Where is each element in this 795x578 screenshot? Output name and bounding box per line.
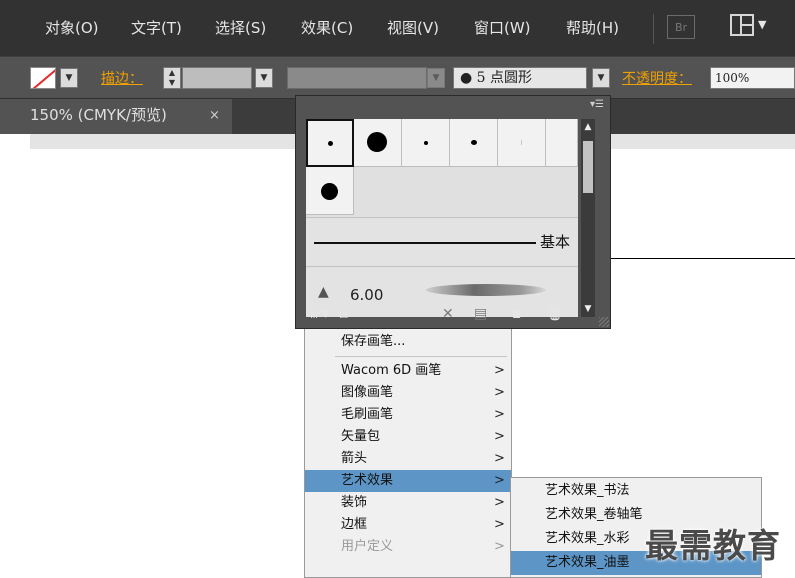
menu-item-label: 箭头 <box>341 451 368 466</box>
brush-library-list: 基本 ▲ 6.00 <box>306 119 578 317</box>
menu-item-bristle-brush[interactable]: 毛刷画笔 > <box>305 404 511 426</box>
basic-brush-stroke <box>314 242 536 244</box>
menu-help[interactable]: 帮助(H) <box>566 17 619 38</box>
stroke-weight-input[interactable] <box>182 67 252 89</box>
menu-item-save-brushes[interactable]: 保存画笔... <box>305 331 511 353</box>
menu-select[interactable]: 选择(S) <box>215 17 266 38</box>
brush-swatch[interactable] <box>450 119 498 167</box>
menu-item-label: 保存画笔... <box>341 334 406 349</box>
menu-window[interactable]: 窗口(W) <box>474 17 531 38</box>
submenu-arrow-icon: > <box>494 363 505 378</box>
opacity-input[interactable]: 100% <box>710 67 795 89</box>
watermark: 最需教育 <box>645 526 781 565</box>
brush-swatch[interactable] <box>546 119 578 167</box>
bullet-icon: ● <box>460 70 473 86</box>
resize-grip[interactable] <box>599 317 609 327</box>
menubar-divider <box>653 14 654 44</box>
submenu-item-calligraphic[interactable]: 艺术效果_书法 <box>511 479 761 503</box>
submenu-arrow-icon: > <box>494 451 505 466</box>
submenu-item-label: 艺术效果_油墨 <box>545 555 630 570</box>
chevron-down-icon[interactable]: ▼ <box>758 18 766 31</box>
document-tab[interactable]: 150% (CMYK/预览) × <box>0 99 232 134</box>
menu-item-label: Wacom 6D 画笔 <box>341 363 442 378</box>
submenu-arrow-icon: > <box>494 539 505 554</box>
document-tab-title: 150% (CMYK/预览) <box>30 106 167 124</box>
brush-library-menu-icon[interactable]: ⊪▾ <box>310 306 329 322</box>
brush-library-menu: 保存画笔... Wacom 6D 画笔 > 图像画笔 > 毛刷画笔 > 矢量包 … <box>304 329 512 578</box>
libraries-panel-icon[interactable]: ⧉ <box>338 306 348 322</box>
submenu-arrow-icon: > <box>494 429 505 444</box>
brush-swatch[interactable] <box>402 119 450 167</box>
menu-bar: 对象(O) 文字(T) 选择(S) 效果(C) 视图(V) 窗口(W) 帮助(H… <box>0 0 795 56</box>
scroll-thumb[interactable] <box>583 141 593 193</box>
brush-dot <box>471 140 477 145</box>
workspace-layout-icon[interactable] <box>730 14 754 36</box>
remove-stroke-icon: ✕ <box>442 306 454 322</box>
menu-view[interactable]: 视图(V) <box>387 17 439 38</box>
brush-swatch-selected[interactable] <box>306 119 354 167</box>
panel-footer: ⊪▾ ⧉ ✕ ▤ ▪ 🗑 <box>296 300 612 330</box>
brush-definition-value: 5 点圆形 <box>476 70 533 86</box>
menu-item-label: 用户定义 <box>341 539 394 554</box>
brush-dot <box>328 141 333 146</box>
submenu-arrow-icon: > <box>494 407 505 422</box>
menu-item-vector-pack[interactable]: 矢量包 > <box>305 426 511 448</box>
brush-swatch[interactable] <box>306 167 354 215</box>
menu-item-label: 毛刷画笔 <box>341 407 394 422</box>
menu-item-label: 装饰 <box>341 495 368 510</box>
brush-row-basic[interactable]: 基本 <box>306 217 578 267</box>
brush-definition-dropdown[interactable]: ▼ <box>592 68 610 88</box>
stroke-color-swatch[interactable] <box>30 67 56 89</box>
close-icon[interactable]: × <box>209 99 220 132</box>
bridge-button[interactable]: Br <box>667 15 695 39</box>
art-brush-stroke <box>426 284 546 296</box>
submenu-item-label: 艺术效果_书法 <box>545 483 630 498</box>
menu-item-borders[interactable]: 边框 > <box>305 514 511 536</box>
menu-item-arrows[interactable]: 箭头 > <box>305 448 511 470</box>
profile-dropdown[interactable]: ▼ <box>427 68 445 88</box>
stroke-label[interactable]: 描边： <box>101 68 143 88</box>
brush-options-icon: ▤ <box>474 306 488 322</box>
swatch-dropdown-button[interactable]: ▼ <box>60 68 78 88</box>
brushes-panel: ▾☰ 基本 ▲ 6.00 ▲ ▼ ⊪▾ ⧉ ✕ ▤ ▪ 🗑 <box>295 95 611 329</box>
menu-item-label: 艺术效果 <box>341 473 394 488</box>
submenu-item-label: 艺术效果_水彩 <box>545 531 630 546</box>
menu-item-label: 矢量包 <box>341 429 381 444</box>
control-bar: ▼ 描边： ▲ ▼ ▼ ▼ ● 5 点圆形 ▼ 不透明度： 100% <box>0 56 795 99</box>
menu-item-wacom[interactable]: Wacom 6D 画笔 > <box>305 360 511 382</box>
opacity-label[interactable]: 不透明度： <box>622 68 692 88</box>
stroke-weight-dropdown[interactable]: ▼ <box>255 68 273 88</box>
submenu-arrow-icon: > <box>494 517 505 532</box>
submenu-arrow-icon: > <box>494 495 505 510</box>
panel-scrollbar[interactable]: ▲ ▼ <box>581 119 595 317</box>
menu-separator <box>335 356 507 357</box>
menu-item-decorative[interactable]: 装饰 > <box>305 492 511 514</box>
trash-icon[interactable]: 🗑 <box>546 306 564 322</box>
menu-object[interactable]: 对象(O) <box>45 17 99 38</box>
brush-swatch[interactable] <box>354 119 402 167</box>
brush-dot <box>424 141 428 145</box>
brush-dot <box>521 140 522 145</box>
menu-item-user-defined: 用户定义 > <box>305 536 511 558</box>
menu-item-image-brush[interactable]: 图像画笔 > <box>305 382 511 404</box>
menu-item-artistic[interactable]: 艺术效果 > <box>305 470 511 492</box>
menu-effect[interactable]: 效果(C) <box>301 17 353 38</box>
brush-dot <box>367 132 387 152</box>
brush-swatch[interactable] <box>498 119 546 167</box>
variable-width-profile[interactable] <box>287 67 427 89</box>
menu-type[interactable]: 文字(T) <box>131 17 182 38</box>
submenu-arrow-icon: > <box>494 473 505 488</box>
panel-menu-icon[interactable]: ▾☰ <box>590 99 604 110</box>
scroll-up-icon[interactable]: ▲ <box>582 121 594 133</box>
brush-dot <box>321 183 338 200</box>
menu-item-label: 图像画笔 <box>341 385 394 400</box>
menu-item-label: 边框 <box>341 517 368 532</box>
brush-definition-field[interactable]: ● 5 点圆形 <box>453 67 587 89</box>
stroke-weight-stepper[interactable]: ▲ ▼ <box>163 67 181 89</box>
new-brush-icon[interactable]: ▪ <box>512 306 522 322</box>
basic-brush-label: 基本 <box>540 233 571 251</box>
submenu-item-label: 艺术效果_卷轴笔 <box>545 507 643 522</box>
submenu-arrow-icon: > <box>494 385 505 400</box>
